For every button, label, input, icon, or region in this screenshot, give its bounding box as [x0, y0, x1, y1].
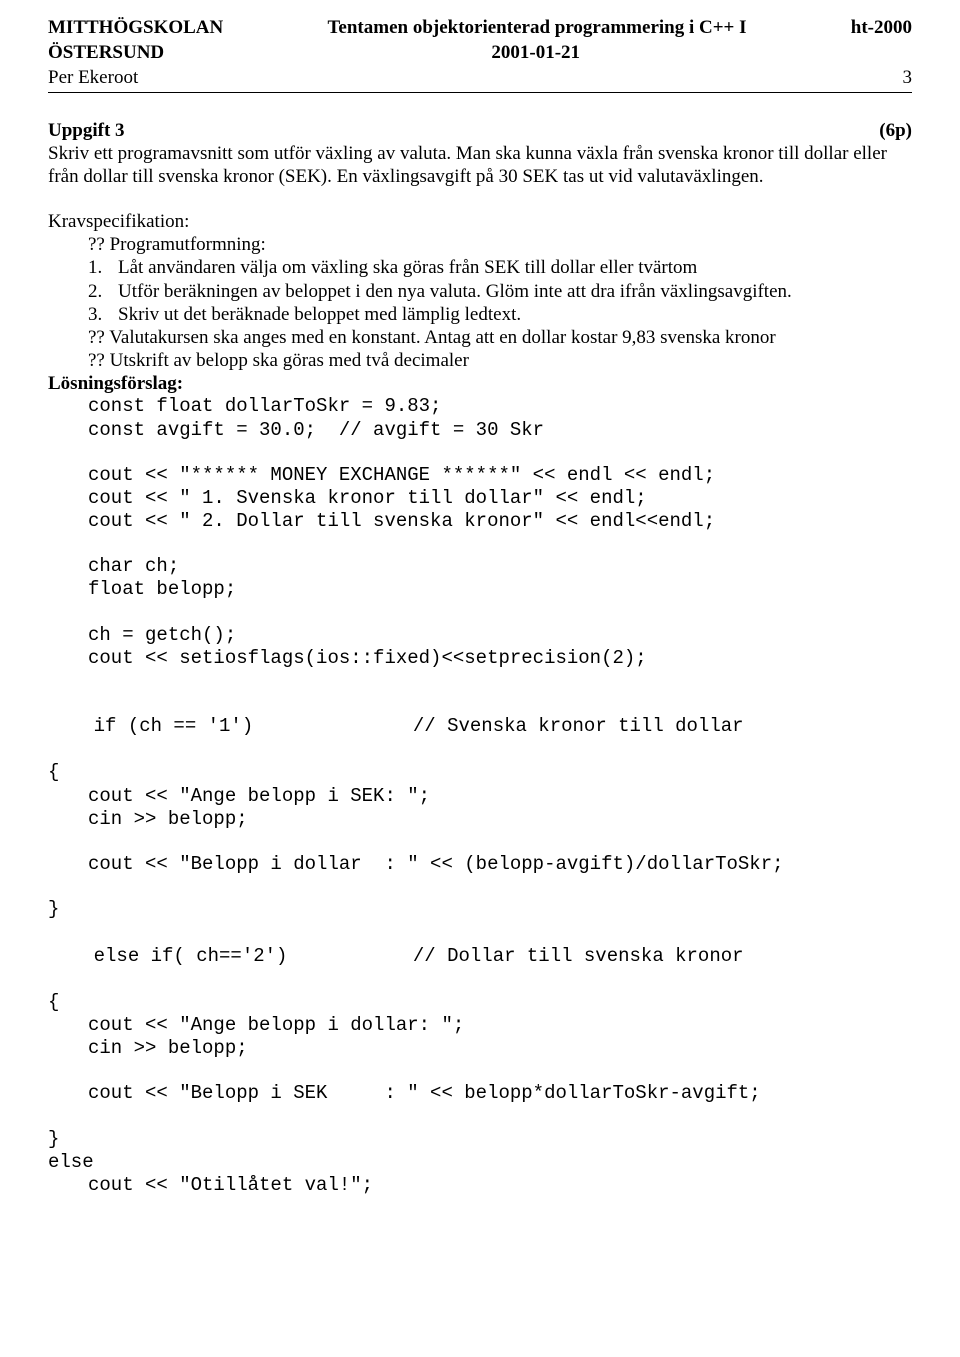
list-item-text: Skriv ut det beräknade beloppet med lämp… — [118, 303, 912, 326]
header-city: ÖSTERSUND — [48, 41, 164, 64]
code-line: const avgift = 30.0; // avgift = 30 Skr — [48, 419, 912, 442]
code-line-elseif: else if( ch=='2') // Dollar till svenska… — [48, 921, 912, 991]
krav-bullet-3: ?? Utskrift av belopp ska göras med två … — [48, 349, 912, 372]
code-line: cout << setiosflags(ios::fixed)<<setprec… — [48, 647, 912, 670]
solution-heading: Lösningsförslag: — [48, 372, 912, 395]
code-comment: // Svenska kronor till dollar — [413, 715, 744, 737]
task-intro: Skriv ett programavsnitt som utför växli… — [48, 142, 912, 188]
code-line: cout << " 2. Dollar till svenska kronor"… — [48, 510, 912, 533]
header-row-1: MITTHÖGSKOLAN Tentamen objektorienterad … — [48, 16, 912, 39]
list-item-num: 1. — [88, 256, 118, 279]
code-elseif: else if( ch=='2') — [94, 945, 288, 967]
krav-heading: Kravspecifikation: — [48, 210, 912, 233]
header-school: MITTHÖGSKOLAN — [48, 16, 223, 39]
task-points: (6p) — [879, 119, 912, 142]
code-line: ch = getch(); — [48, 624, 912, 647]
code-line: } — [48, 898, 912, 921]
code-line: const float dollarToSkr = 9.83; — [48, 395, 912, 418]
code-line: cout << "Ange belopp i dollar: "; — [48, 1014, 912, 1037]
krav-bullet-2: ?? Valutakursen ska anges med en konstan… — [48, 326, 912, 349]
list-item-num: 3. — [88, 303, 118, 326]
code-line: cout << "Belopp i SEK : " << belopp*doll… — [48, 1082, 912, 1105]
code-line-if: if (ch == '1') // Svenska kronor till do… — [48, 692, 912, 762]
code-line: float belopp; — [48, 578, 912, 601]
header-author: Per Ekeroot — [48, 66, 138, 89]
code-if: if (ch == '1') — [94, 715, 254, 737]
header-term: ht-2000 — [851, 16, 912, 39]
task-title-row: Uppgift 3 (6p) — [48, 119, 912, 142]
code-comment: // Dollar till svenska kronor — [413, 945, 744, 967]
list-item-text: Utför beräkningen av beloppet i den nya … — [118, 280, 912, 303]
header-title: Tentamen objektorienterad programmering … — [223, 16, 851, 39]
code-line: cout << "Ange belopp i SEK: "; — [48, 785, 912, 808]
header-row-2: ÖSTERSUND 2001-01-21 . — [48, 41, 912, 64]
list-item: 3. Skriv ut det beräknade beloppet med l… — [48, 303, 912, 326]
list-item: 2. Utför beräkningen av beloppet i den n… — [48, 280, 912, 303]
code-line: char ch; — [48, 555, 912, 578]
list-item: 1. Låt användaren välja om växling ska g… — [48, 256, 912, 279]
task-heading: Uppgift 3 — [48, 119, 125, 142]
header-date: 2001-01-21 — [164, 41, 907, 64]
list-item-text: Låt användaren välja om växling ska göra… — [118, 256, 912, 279]
code-line: cin >> belopp; — [48, 1037, 912, 1060]
list-item-num: 2. — [88, 280, 118, 303]
code-line: } — [48, 1128, 912, 1151]
page-number: 3 — [903, 66, 913, 89]
krav-bullet-1: ?? Programutformning: — [48, 233, 912, 256]
header-row-3: Per Ekeroot 3 — [48, 66, 912, 92]
code-line: cout << " 1. Svenska kronor till dollar"… — [48, 487, 912, 510]
code-line: else — [48, 1151, 912, 1174]
code-line: cout << "****** MONEY EXCHANGE ******" <… — [48, 464, 912, 487]
numbered-list: 1. Låt användaren välja om växling ska g… — [48, 256, 912, 326]
code-line: cout << "Otillåtet val!"; — [48, 1174, 912, 1197]
document-page: MITTHÖGSKOLAN Tentamen objektorienterad … — [0, 0, 960, 1357]
code-line: cout << "Belopp i dollar : " << (belopp-… — [48, 853, 912, 876]
code-line: { — [48, 991, 912, 1014]
code-line: cin >> belopp; — [48, 808, 912, 831]
code-line: { — [48, 761, 912, 784]
